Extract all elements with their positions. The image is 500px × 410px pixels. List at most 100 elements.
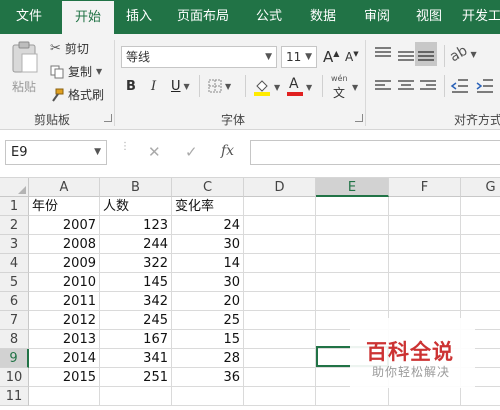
row-header-11[interactable]: 11: [0, 387, 29, 406]
clipboard-launcher-icon[interactable]: [104, 114, 112, 122]
cell-a7[interactable]: 2012: [29, 311, 100, 330]
tab-developer[interactable]: 开发工: [462, 0, 500, 34]
cell-c7[interactable]: 25: [172, 311, 244, 330]
column-header-g[interactable]: G: [461, 178, 500, 197]
cell-d4[interactable]: [244, 254, 316, 273]
cell-e3[interactable]: [316, 235, 389, 254]
format-painter-button[interactable]: 格式刷: [50, 85, 104, 105]
column-header-d[interactable]: D: [244, 178, 316, 197]
row-header-2[interactable]: 2: [0, 216, 29, 235]
borders-button[interactable]: ▼: [208, 79, 231, 93]
drag-handle-icon[interactable]: ⋮: [120, 142, 130, 152]
font-launcher-icon[interactable]: [355, 114, 363, 122]
row-header-10[interactable]: 10: [0, 368, 29, 387]
cell-g2[interactable]: [461, 216, 500, 235]
cell-c10[interactable]: 36: [172, 368, 244, 387]
cell-f6[interactable]: [389, 292, 461, 311]
underline-button[interactable]: U ▼: [171, 79, 190, 94]
cell-a10[interactable]: 2015: [29, 368, 100, 387]
cell-b3[interactable]: 244: [100, 235, 172, 254]
grow-font-button[interactable]: A▲: [323, 48, 339, 66]
bold-button[interactable]: B: [126, 79, 136, 94]
cell-e11[interactable]: [316, 387, 389, 406]
fill-color-button[interactable]: ▼: [253, 77, 280, 97]
formula-input[interactable]: [250, 140, 500, 165]
cell-d6[interactable]: [244, 292, 316, 311]
cell-a3[interactable]: 2008: [29, 235, 100, 254]
cell-c3[interactable]: 30: [172, 235, 244, 254]
row-header-8[interactable]: 8: [0, 330, 29, 349]
align-right-icon[interactable]: [418, 79, 438, 93]
shrink-font-button[interactable]: A▼: [345, 50, 359, 64]
cell-a8[interactable]: 2013: [29, 330, 100, 349]
cell-a9[interactable]: 2014: [29, 349, 100, 368]
cell-f4[interactable]: [389, 254, 461, 273]
cell-g6[interactable]: [461, 292, 500, 311]
name-box[interactable]: E9 ▼: [5, 140, 107, 165]
tab-insert[interactable]: 插入: [118, 0, 160, 34]
cell-e5[interactable]: [316, 273, 389, 292]
cell-b10[interactable]: 251: [100, 368, 172, 387]
italic-button[interactable]: I: [151, 79, 156, 94]
cell-d7[interactable]: [244, 311, 316, 330]
decrease-indent-icon[interactable]: [450, 78, 470, 94]
tab-view[interactable]: 视图: [408, 0, 450, 34]
row-header-7[interactable]: 7: [0, 311, 29, 330]
cell-d10[interactable]: [244, 368, 316, 387]
cell-b9[interactable]: 341: [100, 349, 172, 368]
cell-c9[interactable]: 28: [172, 349, 244, 368]
cell-d11[interactable]: [244, 387, 316, 406]
orientation-button[interactable]: ab ▼: [447, 43, 476, 66]
cell-g11[interactable]: [461, 387, 500, 406]
font-color-button[interactable]: A ▼: [287, 76, 312, 97]
cell-a5[interactable]: 2010: [29, 273, 100, 292]
row-header-4[interactable]: 4: [0, 254, 29, 273]
cell-b8[interactable]: 167: [100, 330, 172, 349]
cancel-icon[interactable]: ✕: [148, 143, 161, 161]
align-middle-icon[interactable]: [396, 48, 416, 62]
tab-home[interactable]: 开始: [62, 1, 114, 34]
cell-c11[interactable]: [172, 387, 244, 406]
tab-review[interactable]: 审阅: [356, 0, 398, 34]
paste-button[interactable]: 粘贴: [8, 38, 42, 102]
tab-formulas[interactable]: 公式: [248, 0, 290, 34]
cell-g4[interactable]: [461, 254, 500, 273]
cell-f1[interactable]: [389, 197, 461, 216]
cut-button[interactable]: ✂ 剪切: [50, 39, 89, 59]
font-name-select[interactable]: 等线 ▼: [121, 46, 277, 68]
cell-e2[interactable]: [316, 216, 389, 235]
cell-b2[interactable]: 123: [100, 216, 172, 235]
align-left-icon[interactable]: [373, 79, 393, 93]
column-header-c[interactable]: C: [172, 178, 244, 197]
cell-d9[interactable]: [244, 349, 316, 368]
cell-a11[interactable]: [29, 387, 100, 406]
cell-f3[interactable]: [389, 235, 461, 254]
cell-g5[interactable]: [461, 273, 500, 292]
cell-b7[interactable]: 245: [100, 311, 172, 330]
cell-d1[interactable]: [244, 197, 316, 216]
cell-f2[interactable]: [389, 216, 461, 235]
cell-e4[interactable]: [316, 254, 389, 273]
cell-b1[interactable]: 人数: [100, 197, 172, 216]
column-header-a[interactable]: A: [29, 178, 100, 197]
select-all-corner[interactable]: [0, 178, 29, 197]
cell-g3[interactable]: [461, 235, 500, 254]
cell-b5[interactable]: 145: [100, 273, 172, 292]
column-header-f[interactable]: F: [389, 178, 461, 197]
align-bottom-button[interactable]: [415, 42, 437, 66]
cell-b6[interactable]: 342: [100, 292, 172, 311]
cell-b4[interactable]: 322: [100, 254, 172, 273]
column-header-e[interactable]: E: [316, 178, 389, 197]
cell-c2[interactable]: 24: [172, 216, 244, 235]
cell-a6[interactable]: 2011: [29, 292, 100, 311]
cell-a2[interactable]: 2007: [29, 216, 100, 235]
row-header-9[interactable]: 9: [0, 349, 29, 368]
cell-c1[interactable]: 变化率: [172, 197, 244, 216]
cell-e6[interactable]: [316, 292, 389, 311]
cell-c5[interactable]: 30: [172, 273, 244, 292]
copy-button[interactable]: 复制 ▼: [50, 62, 102, 82]
cell-c6[interactable]: 20: [172, 292, 244, 311]
row-header-5[interactable]: 5: [0, 273, 29, 292]
increase-indent-icon[interactable]: [475, 78, 495, 94]
align-center-icon[interactable]: [396, 79, 416, 93]
